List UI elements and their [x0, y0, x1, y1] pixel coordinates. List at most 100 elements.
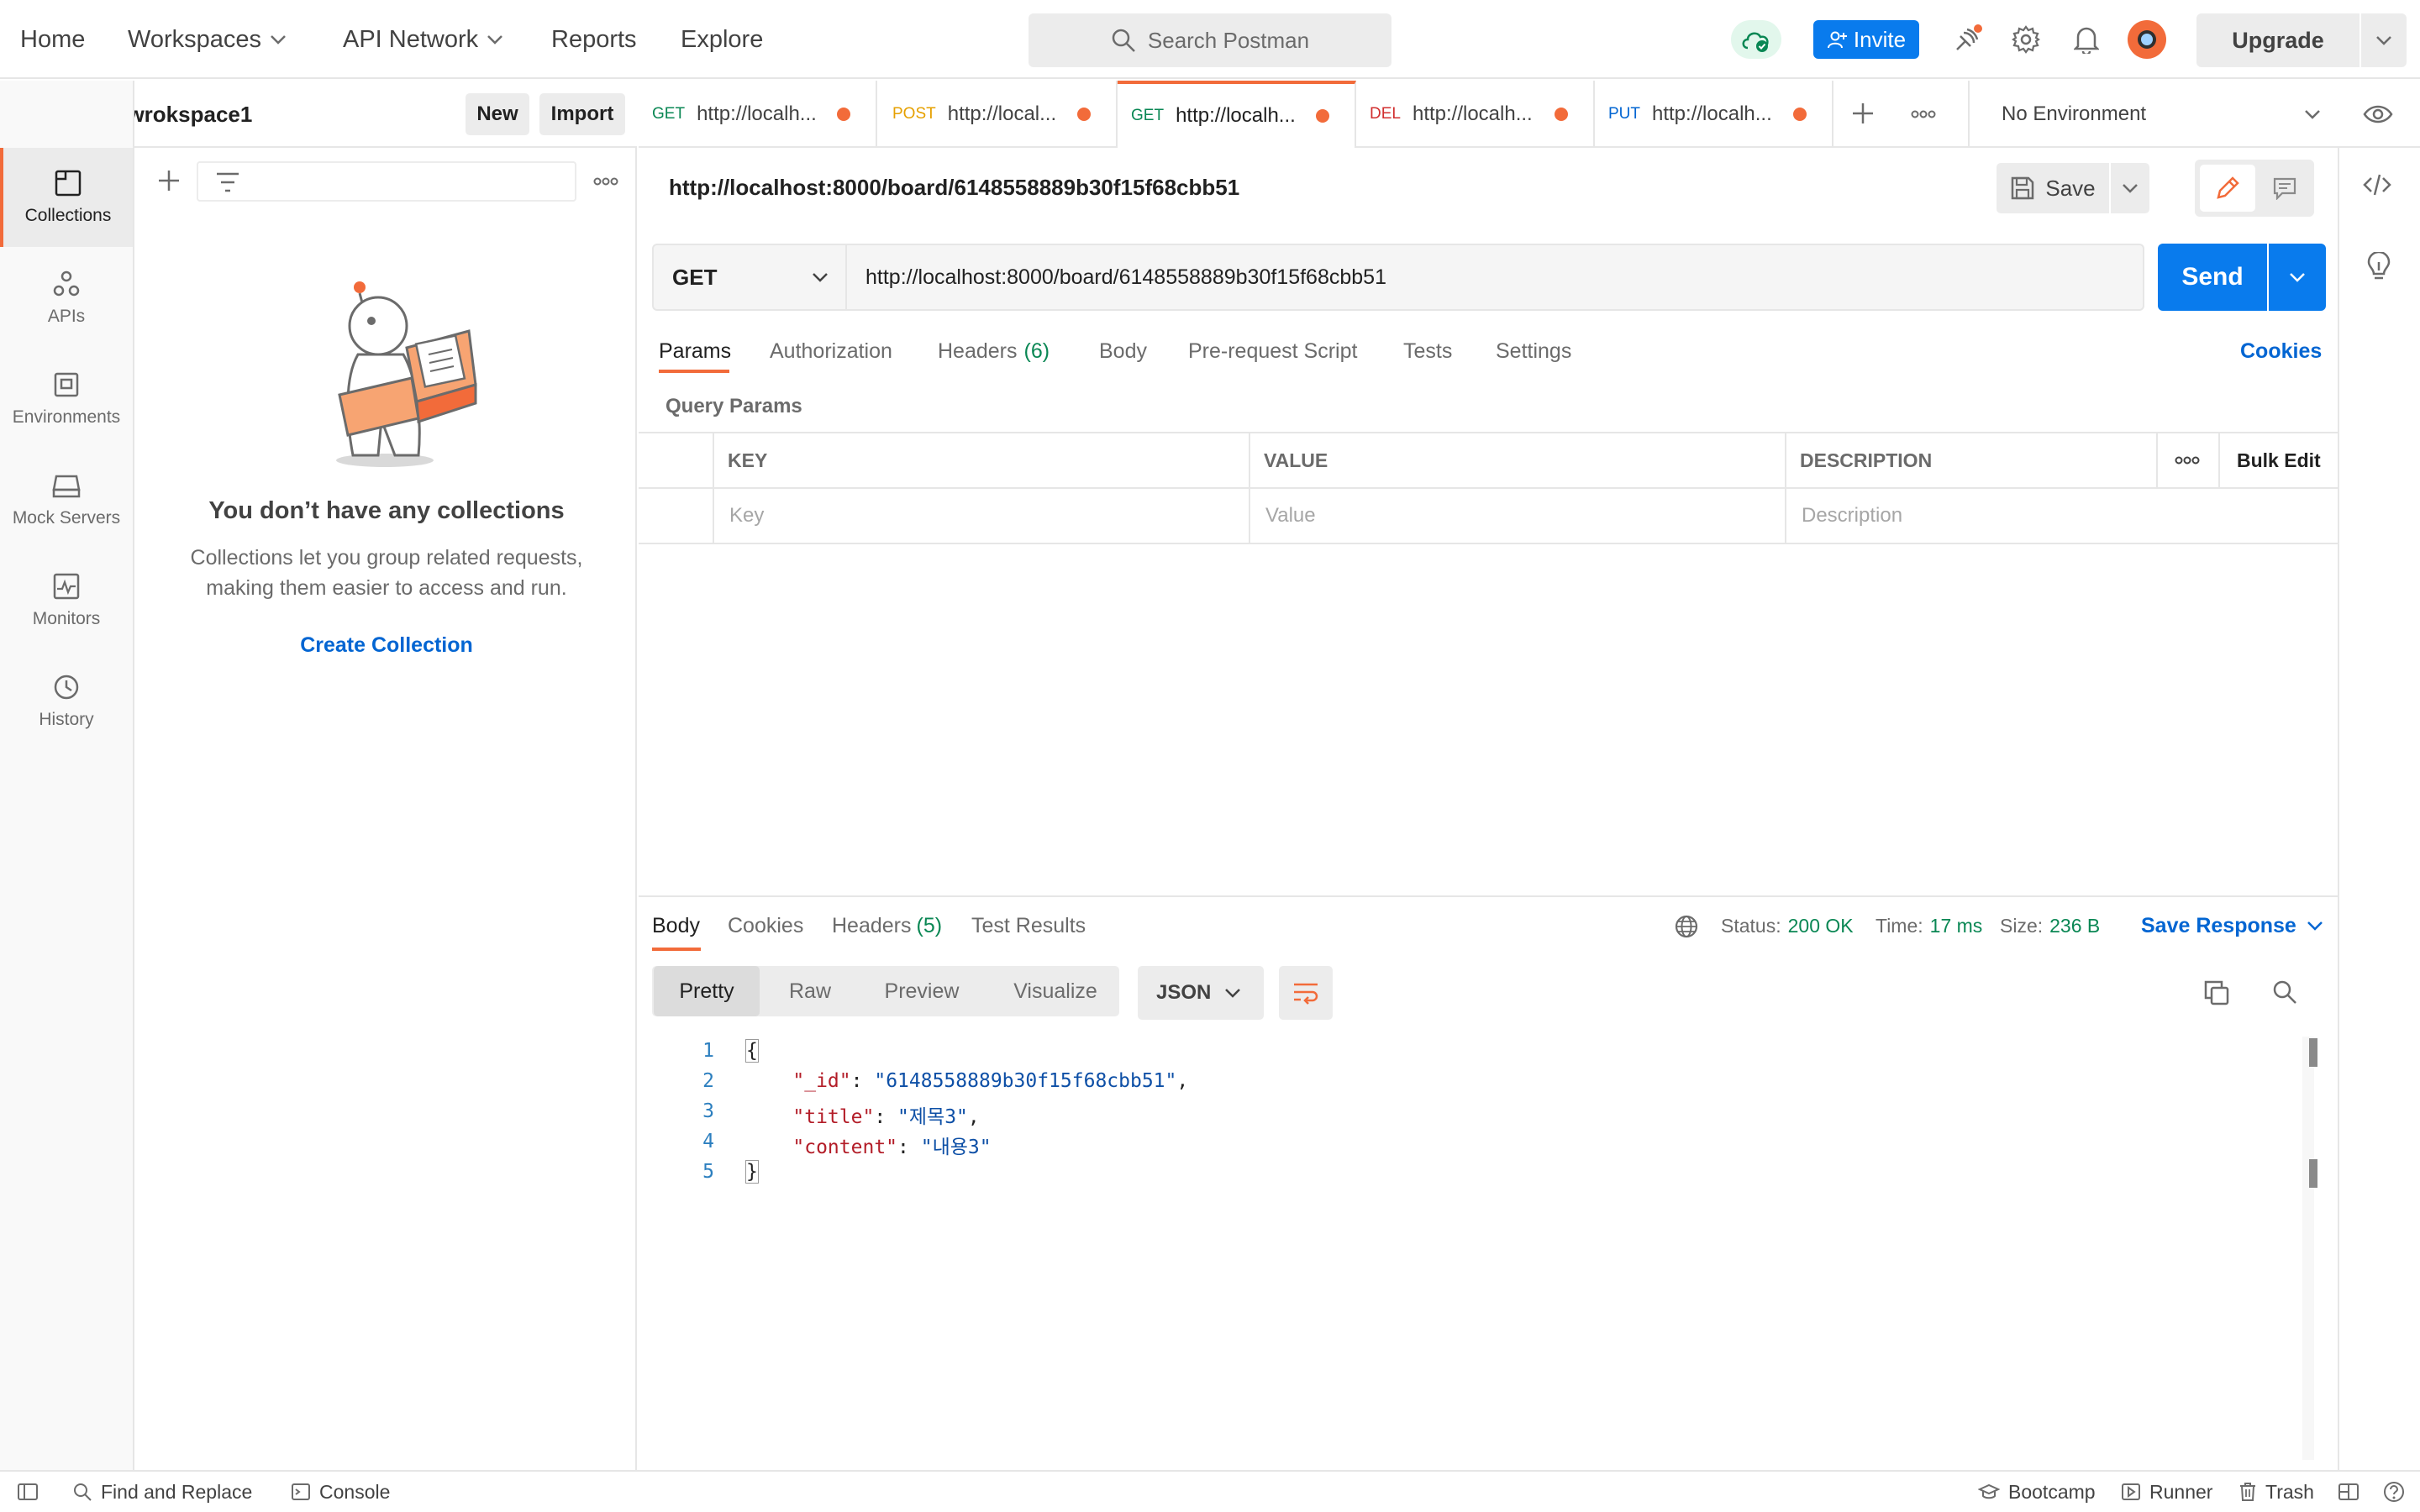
code-line[interactable]: {: [745, 1039, 759, 1063]
nav-reports[interactable]: Reports: [551, 0, 637, 79]
eye-icon: [2363, 102, 2393, 126]
avatar[interactable]: [2128, 20, 2166, 59]
response-status[interactable]: Status: 200 OK: [1721, 907, 1854, 944]
request-tab-5[interactable]: PUT http://localh...: [1595, 81, 1833, 148]
view-raw[interactable]: Raw: [766, 966, 854, 1016]
response-tab-test-results[interactable]: Test Results: [971, 907, 1086, 944]
request-title[interactable]: http://localhost:8000/board/6148558889b3…: [669, 165, 1239, 210]
capture-requests-button[interactable]: [1948, 20, 1986, 59]
history-icon: [52, 673, 81, 710]
upgrade-button[interactable]: Upgrade: [2196, 13, 2360, 67]
console-button[interactable]: Console: [291, 1472, 390, 1512]
tab-authorization[interactable]: Authorization: [770, 333, 892, 370]
description-input[interactable]: Description: [1802, 489, 2323, 543]
save-response-label: Save Response: [2141, 913, 2296, 937]
save-response-button[interactable]: Save Response: [2141, 907, 2323, 944]
send-dropdown-button[interactable]: [2269, 244, 2326, 311]
view-visualize[interactable]: Visualize: [992, 966, 1119, 1016]
request-tab-3[interactable]: GET http://localh...: [1118, 81, 1356, 148]
sidebar-item-history[interactable]: History: [0, 652, 133, 751]
table-border: [639, 432, 2338, 433]
bulk-edit-button[interactable]: Bulk Edit: [2237, 433, 2321, 487]
request-tab-1[interactable]: GET http://localh...: [639, 81, 877, 148]
tab-params[interactable]: Params: [659, 333, 731, 370]
code-line[interactable]: "content": "내용3": [746, 1131, 991, 1159]
response-time[interactable]: Time: 17 ms: [1876, 907, 1982, 944]
import-button[interactable]: Import: [539, 93, 625, 135]
code-line[interactable]: }: [745, 1160, 759, 1184]
trash-button[interactable]: Trash: [2238, 1472, 2314, 1512]
format-select[interactable]: JSON: [1138, 966, 1264, 1020]
upgrade-dropdown-button[interactable]: [2361, 13, 2407, 67]
response-tab-headers[interactable]: Headers (5): [832, 907, 942, 944]
search-box[interactable]: Search Postman: [1028, 13, 1392, 67]
view-preview[interactable]: Preview: [865, 966, 978, 1016]
runner-button[interactable]: Runner: [2121, 1472, 2212, 1512]
help-button[interactable]: [2383, 1472, 2413, 1512]
network-info-button[interactable]: [1674, 914, 1699, 939]
nav-explore[interactable]: Explore: [681, 0, 763, 79]
value-input[interactable]: Value: [1265, 489, 1770, 543]
copy-response-button[interactable]: [2203, 979, 2230, 1006]
code-line[interactable]: "title": "제목3",: [746, 1100, 979, 1129]
tab-pre-request-script[interactable]: Pre-request Script: [1188, 333, 1357, 370]
environment-select[interactable]: No Environment: [1968, 81, 2321, 148]
edit-mode-button[interactable]: [2200, 165, 2255, 212]
response-size[interactable]: Size: 236 B: [2000, 907, 2100, 944]
chevron-down-icon: [270, 34, 287, 45]
nav-api-network[interactable]: API Network: [343, 0, 503, 79]
comments-mode-button[interactable]: [2260, 165, 2309, 212]
ellipsis-icon: [1911, 109, 1936, 119]
sync-status-button[interactable]: [1731, 20, 1781, 59]
response-splitter[interactable]: [639, 895, 2338, 897]
sidebar-item-monitors[interactable]: Monitors: [0, 551, 133, 650]
tab-settings[interactable]: Settings: [1496, 333, 1571, 370]
nav-home[interactable]: Home: [20, 0, 85, 79]
wrap-lines-button[interactable]: [1279, 966, 1333, 1020]
two-pane-view-button[interactable]: [2338, 1472, 2368, 1512]
send-button[interactable]: Send: [2158, 244, 2267, 311]
request-tab-4[interactable]: DEL http://localh...: [1356, 81, 1595, 148]
invite-button[interactable]: Invite: [1813, 20, 1919, 59]
settings-button[interactable]: [2007, 20, 2045, 59]
more-options-button[interactable]: [593, 176, 618, 186]
line-number: 1: [702, 1040, 714, 1062]
bell-icon: [2074, 25, 2099, 54]
tab-headers[interactable]: Headers (6): [938, 333, 1050, 370]
sidebar-item-mock-servers[interactable]: Mock Servers: [0, 450, 133, 549]
sidebar-item-collections[interactable]: Collections: [0, 148, 133, 247]
method-select[interactable]: GET: [652, 244, 847, 311]
code-snippet-button[interactable]: [2363, 173, 2391, 197]
new-button[interactable]: New: [466, 93, 529, 135]
related-info-button[interactable]: [2366, 252, 2391, 282]
view-pretty[interactable]: Pretty: [654, 966, 760, 1016]
cookies-link[interactable]: Cookies: [2240, 333, 2322, 370]
bootcamp-button[interactable]: Bootcamp: [1978, 1472, 2096, 1512]
tab-tests[interactable]: Tests: [1403, 333, 1452, 370]
key-input[interactable]: Key: [729, 489, 1234, 543]
save-button[interactable]: Save: [1996, 163, 2109, 213]
sidebar-item-environments[interactable]: Environments: [0, 349, 133, 449]
code-line[interactable]: "_id": "6148558889b30f15f68cbb51",: [746, 1070, 1188, 1092]
code-scrollbar[interactable]: [2302, 1037, 2314, 1460]
add-collection-button[interactable]: [156, 168, 182, 193]
toggle-sidebar-button[interactable]: [17, 1472, 47, 1512]
request-tab-2[interactable]: POST http://local...: [879, 81, 1118, 148]
view-pretty-label: Pretty: [679, 979, 734, 1003]
collection-filter-input[interactable]: [197, 161, 576, 202]
new-tab-button[interactable]: [1850, 101, 1876, 126]
save-dropdown-button[interactable]: [2111, 163, 2149, 213]
tab-body[interactable]: Body: [1099, 333, 1147, 370]
url-input[interactable]: [847, 244, 2144, 311]
tab-options-button[interactable]: [1911, 109, 1936, 119]
response-tab-body[interactable]: Body: [652, 907, 700, 944]
sidebar-item-apis[interactable]: APIs: [0, 249, 133, 348]
create-collection-link[interactable]: Create Collection: [136, 633, 637, 658]
table-options-button[interactable]: [2175, 455, 2200, 465]
search-response-button[interactable]: [2272, 979, 2297, 1005]
notifications-button[interactable]: [2067, 20, 2106, 59]
find-replace-button[interactable]: Find and Replace: [72, 1472, 252, 1512]
response-tab-cookies[interactable]: Cookies: [728, 907, 803, 944]
environment-quick-look-button[interactable]: [2363, 102, 2393, 126]
nav-workspaces[interactable]: Workspaces: [128, 0, 287, 79]
